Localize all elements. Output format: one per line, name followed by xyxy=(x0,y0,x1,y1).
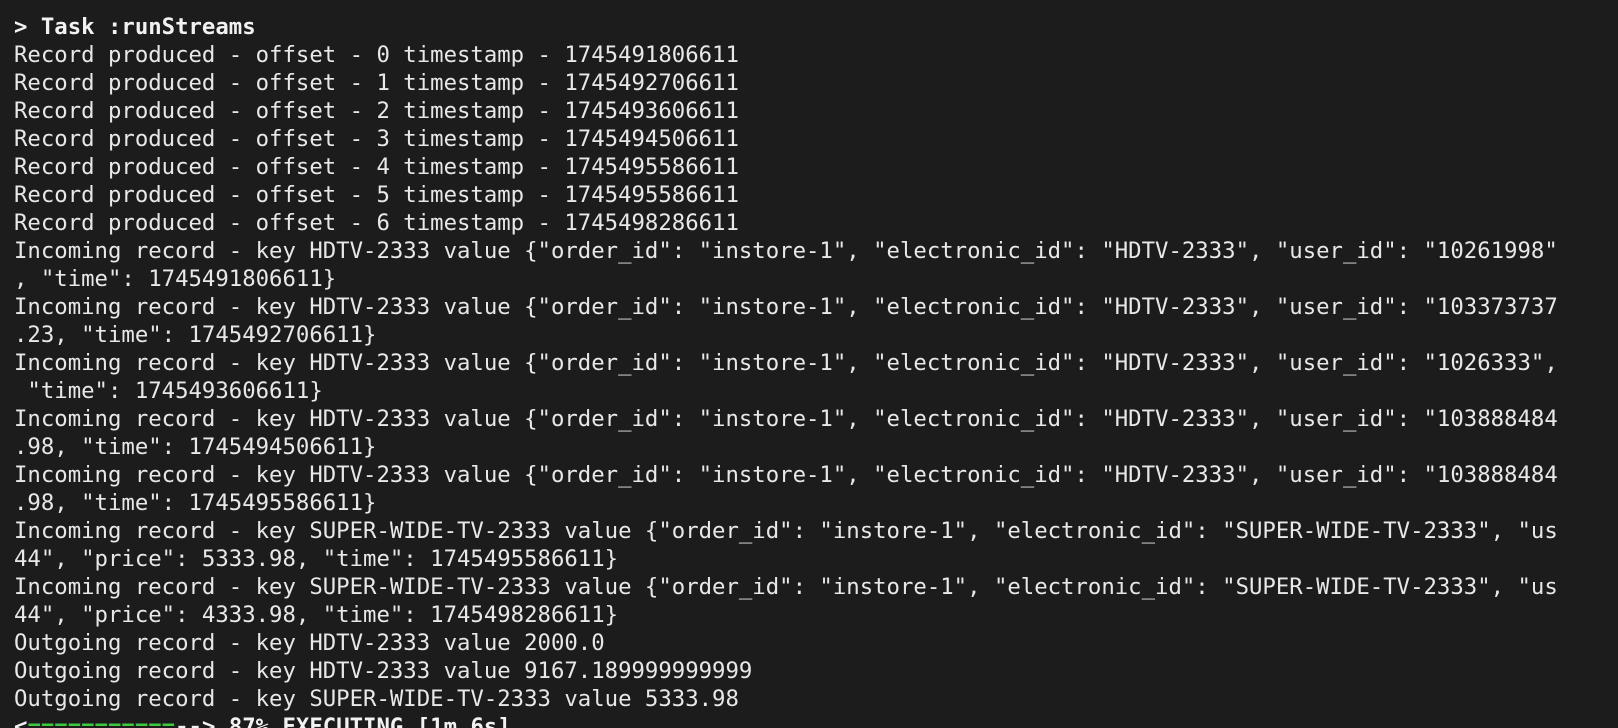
incoming-record-continuation: .23, "time": 1745492706611} xyxy=(14,322,377,348)
incoming-record-continuation: "time": 1745493606611} xyxy=(14,378,323,404)
incoming-record-continuation: 44", "price": 4333.98, "time": 174549828… xyxy=(14,602,619,628)
progress-open-bracket: < xyxy=(14,714,28,728)
produced-line: Record produced - offset - 5 timestamp -… xyxy=(14,182,739,208)
progress-bar-rest: --> xyxy=(175,714,229,728)
produced-line: Record produced - offset - 0 timestamp -… xyxy=(14,42,739,68)
produced-line: Record produced - offset - 2 timestamp -… xyxy=(14,98,739,124)
produced-line: Record produced - offset - 6 timestamp -… xyxy=(14,210,739,236)
incoming-record-continuation: .98, "time": 1745495586611} xyxy=(14,490,377,516)
produced-line: Record produced - offset - 3 timestamp -… xyxy=(14,126,739,152)
task-header: > Task :runStreams xyxy=(14,14,256,40)
incoming-record-continuation: , "time": 1745491806611} xyxy=(14,266,337,292)
gradle-progress-line: <===========--> 87% EXECUTING [1m 6s] xyxy=(14,713,1618,728)
incoming-record-line: Incoming record - key HDTV-2333 value {"… xyxy=(14,238,1558,264)
incoming-record-line: Incoming record - key HDTV-2333 value {"… xyxy=(14,462,1558,488)
incoming-record-continuation: 44", "price": 5333.98, "time": 174549558… xyxy=(14,546,619,572)
incoming-record-line: Incoming record - key SUPER-WIDE-TV-2333… xyxy=(14,574,1558,600)
outgoing-record-line: Outgoing record - key HDTV-2333 value 91… xyxy=(14,658,753,684)
incoming-record-line: Incoming record - key HDTV-2333 value {"… xyxy=(14,294,1558,320)
progress-bar-done: =========== xyxy=(27,714,176,728)
incoming-record-line: Incoming record - key HDTV-2333 value {"… xyxy=(14,406,1558,432)
outgoing-record-line: Outgoing record - key SUPER-WIDE-TV-2333… xyxy=(14,686,739,712)
produced-line: Record produced - offset - 4 timestamp -… xyxy=(14,154,739,180)
progress-status-text: 87% EXECUTING [1m 6s] xyxy=(228,714,511,728)
terminal-window[interactable]: > Task :runStreams Record produced - off… xyxy=(0,0,1618,728)
outgoing-record-line: Outgoing record - key HDTV-2333 value 20… xyxy=(14,630,605,656)
incoming-record-line: Incoming record - key HDTV-2333 value {"… xyxy=(14,350,1558,376)
incoming-record-line: Incoming record - key SUPER-WIDE-TV-2333… xyxy=(14,518,1558,544)
incoming-record-continuation: .98, "time": 1745494506611} xyxy=(14,434,377,460)
produced-line: Record produced - offset - 1 timestamp -… xyxy=(14,70,739,96)
